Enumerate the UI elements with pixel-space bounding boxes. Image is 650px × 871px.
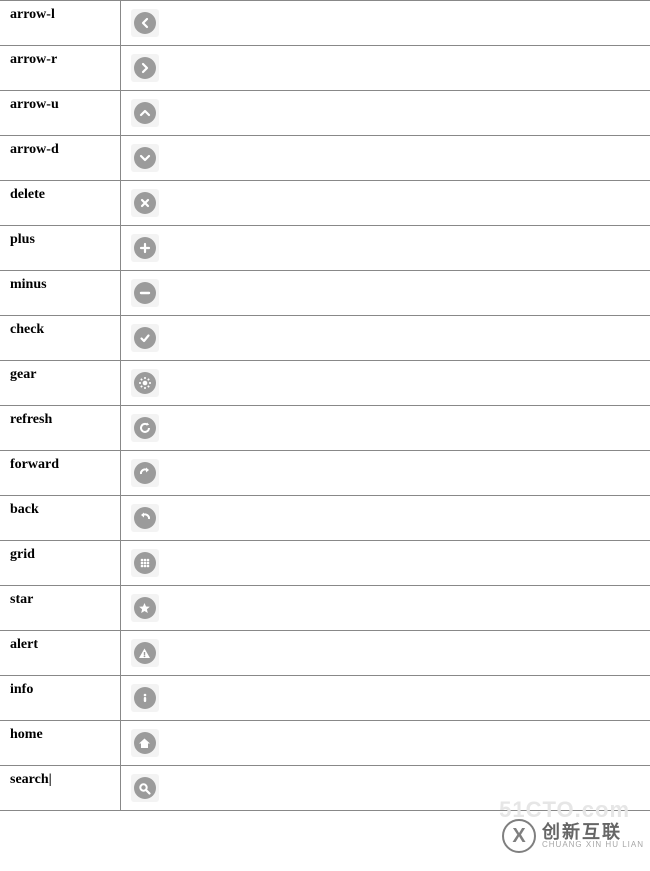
icon-reference-table: arrow-larrow-rarrow-uarrow-ddeleteplusmi… <box>0 0 650 811</box>
watermark-sub: CHUANG XIN HU LIAN <box>542 841 644 849</box>
minus-icon <box>134 282 156 304</box>
table-row: check <box>0 316 650 361</box>
arrow-down-icon-button[interactable] <box>131 144 159 172</box>
grid-icon <box>134 552 156 574</box>
icon-preview-cell <box>120 316 650 361</box>
home-icon <box>134 732 156 754</box>
icon-name-label: plus <box>0 226 120 271</box>
icon-name-label: arrow-d <box>0 136 120 181</box>
table-row: star <box>0 586 650 631</box>
arrow-left-icon-button[interactable] <box>131 9 159 37</box>
table-row: arrow-d <box>0 136 650 181</box>
icon-name-label: grid <box>0 541 120 586</box>
table-row: info <box>0 676 650 721</box>
table-row: delete <box>0 181 650 226</box>
delete-icon <box>134 192 156 214</box>
forward-icon <box>134 462 156 484</box>
icon-preview-cell <box>120 451 650 496</box>
table-row: alert <box>0 631 650 676</box>
icon-preview-cell <box>120 496 650 541</box>
icon-name-label: star <box>0 586 120 631</box>
gear-icon-button[interactable] <box>131 369 159 397</box>
search-icon <box>134 777 156 799</box>
table-row: arrow-r <box>0 46 650 91</box>
icon-preview-cell <box>120 586 650 631</box>
icon-preview-cell <box>120 631 650 676</box>
watermark: X 创新互联 CHUANG XIN HU LIAN <box>502 819 644 853</box>
icon-preview-cell <box>120 226 650 271</box>
table-row: refresh <box>0 406 650 451</box>
icon-preview-cell <box>120 271 650 316</box>
icon-name-label: alert <box>0 631 120 676</box>
arrow-right-icon <box>134 57 156 79</box>
icon-name-label: minus <box>0 271 120 316</box>
search-icon-button[interactable] <box>131 774 159 802</box>
icon-name-label: home <box>0 721 120 766</box>
icon-preview-cell <box>120 1 650 46</box>
icon-name-label: delete <box>0 181 120 226</box>
icon-name-label: arrow-u <box>0 91 120 136</box>
refresh-icon-button[interactable] <box>131 414 159 442</box>
icon-name-label: gear <box>0 361 120 406</box>
table-row: grid <box>0 541 650 586</box>
star-icon-button[interactable] <box>131 594 159 622</box>
delete-icon-button[interactable] <box>131 189 159 217</box>
icon-name-label: check <box>0 316 120 361</box>
table-row: gear <box>0 361 650 406</box>
check-icon <box>134 327 156 349</box>
icon-name-label: refresh <box>0 406 120 451</box>
icon-name-label: forward <box>0 451 120 496</box>
check-icon-button[interactable] <box>131 324 159 352</box>
icon-preview-cell <box>120 46 650 91</box>
icon-name-label: info <box>0 676 120 721</box>
plus-icon-button[interactable] <box>131 234 159 262</box>
icon-preview-cell <box>120 181 650 226</box>
watermark-brand: 创新互联 <box>542 823 644 841</box>
icon-preview-cell <box>120 361 650 406</box>
icon-name-label: search| <box>0 766 120 811</box>
back-icon <box>134 507 156 529</box>
icon-name-label: arrow-r <box>0 46 120 91</box>
icon-name-label: back <box>0 496 120 541</box>
plus-icon <box>134 237 156 259</box>
table-row: minus <box>0 271 650 316</box>
table-row: arrow-u <box>0 91 650 136</box>
info-icon-button[interactable] <box>131 684 159 712</box>
watermark-logo-icon: X <box>502 819 536 853</box>
icon-name-label: arrow-l <box>0 1 120 46</box>
star-icon <box>134 597 156 619</box>
grid-icon-button[interactable] <box>131 549 159 577</box>
arrow-up-icon-button[interactable] <box>131 99 159 127</box>
table-row: home <box>0 721 650 766</box>
arrow-up-icon <box>134 102 156 124</box>
table-row: plus <box>0 226 650 271</box>
arrow-right-icon-button[interactable] <box>131 54 159 82</box>
icon-preview-cell <box>120 406 650 451</box>
table-row: arrow-l <box>0 1 650 46</box>
icon-preview-cell <box>120 136 650 181</box>
back-icon-button[interactable] <box>131 504 159 532</box>
table-row: forward <box>0 451 650 496</box>
icon-preview-cell <box>120 676 650 721</box>
alert-icon-button[interactable] <box>131 639 159 667</box>
table-row: back <box>0 496 650 541</box>
alert-icon <box>134 642 156 664</box>
arrow-left-icon <box>134 12 156 34</box>
arrow-down-icon <box>134 147 156 169</box>
minus-icon-button[interactable] <box>131 279 159 307</box>
forward-icon-button[interactable] <box>131 459 159 487</box>
refresh-icon <box>134 417 156 439</box>
icon-preview-cell <box>120 541 650 586</box>
icon-preview-cell <box>120 721 650 766</box>
info-icon <box>134 687 156 709</box>
icon-preview-cell <box>120 91 650 136</box>
gear-icon <box>134 372 156 394</box>
home-icon-button[interactable] <box>131 729 159 757</box>
